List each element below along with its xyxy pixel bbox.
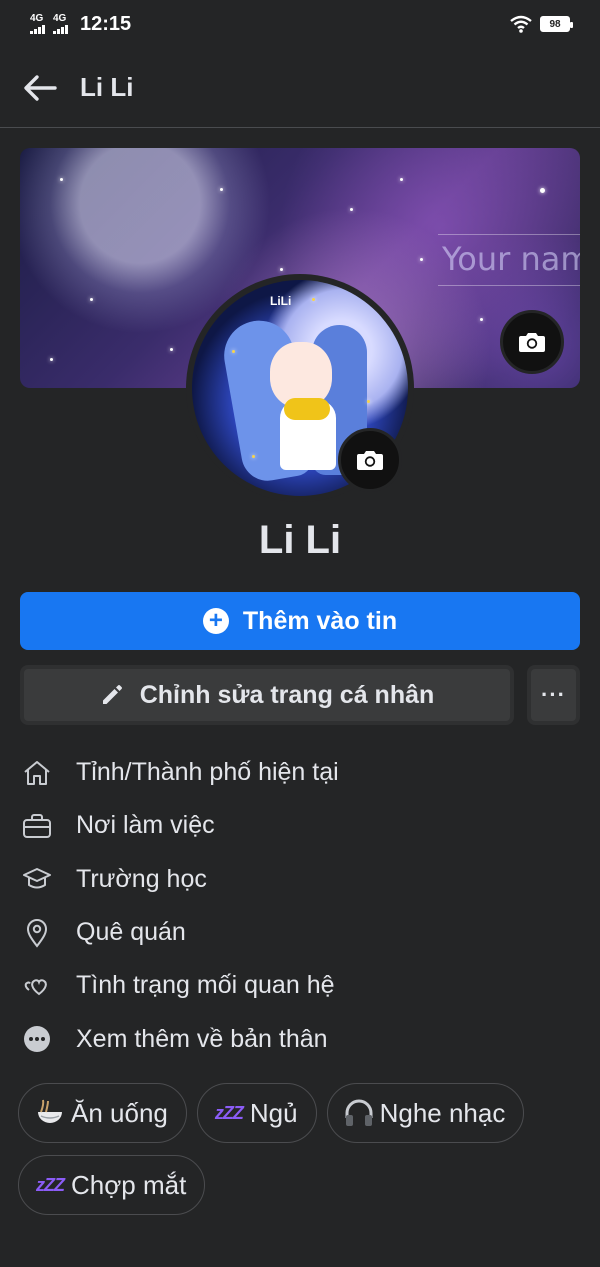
plus-circle-icon: + — [202, 608, 229, 634]
signal-indicator-2: 4G — [53, 14, 68, 34]
signal-label-1: 4G — [30, 13, 44, 24]
headphones-icon — [342, 1096, 376, 1130]
briefcase-icon — [20, 809, 54, 843]
detail-school[interactable]: Trường học — [20, 853, 580, 906]
hobby-label: Nghe nhạc — [379, 1097, 506, 1128]
location-pin-icon — [20, 916, 54, 950]
pencil-icon — [102, 685, 122, 704]
zzz-icon: zZZ — [36, 1174, 65, 1195]
status-bar: 4G 4G 12:15 98 — [0, 0, 600, 48]
camera-icon — [357, 451, 383, 470]
profile-name: Li Li — [258, 518, 342, 562]
add-to-story-button[interactable]: + Thêm vào tin — [20, 592, 580, 650]
detail-hometown[interactable]: Quê quán — [20, 906, 580, 959]
graduation-cap-icon — [20, 862, 54, 896]
more-circle-icon — [20, 1022, 54, 1056]
hobby-chip[interactable]: Ăn uống — [18, 1083, 187, 1143]
hobby-chip[interactable]: zZZ Ngủ — [196, 1083, 317, 1143]
detail-label: Xem thêm về bản thân — [76, 1024, 328, 1053]
edit-profile-button[interactable]: Chỉnh sửa trang cá nhân — [20, 665, 514, 725]
detail-current-city[interactable]: Tỉnh/Thành phố hiện tại — [20, 746, 580, 799]
page-title: Li Li — [80, 72, 134, 102]
hobby-chip[interactable]: zZZ Chợp mắt — [18, 1155, 206, 1215]
status-right: 98 — [510, 15, 573, 33]
edit-profile-label: Chỉnh sửa trang cá nhân — [139, 680, 435, 709]
cover-camera-button[interactable] — [500, 310, 564, 374]
signal-bars-icon — [30, 24, 45, 34]
detail-label: Nơi làm việc — [76, 811, 215, 840]
hobby-chip[interactable]: Nghe nhạc — [326, 1083, 525, 1143]
more-label: ··· — [541, 682, 566, 707]
hobby-label: Ăn uống — [71, 1097, 168, 1128]
detail-label: Quê quán — [76, 918, 186, 947]
zzz-icon: zZZ — [214, 1102, 244, 1123]
detail-label: Trường học — [76, 864, 207, 893]
avatar-camera-button[interactable] — [338, 428, 402, 492]
hearts-icon — [20, 969, 54, 1003]
add-to-story-label: Thêm vào tin — [242, 606, 398, 635]
hobby-label: Chợp mắt — [71, 1169, 187, 1200]
home-icon — [20, 756, 54, 790]
detail-relationship[interactable]: Tình trạng mối quan hệ — [20, 959, 580, 1012]
camera-icon — [519, 333, 545, 352]
detail-see-more[interactable]: Xem thêm về bản thân — [20, 1012, 580, 1065]
hobbies-list: Ăn uống zZZ Ngủ Nghe nhạc zZZ Chợp mắt — [18, 1083, 582, 1215]
detail-label: Tỉnh/Thành phố hiện tại — [76, 758, 339, 787]
signal-label-2: 4G — [53, 13, 67, 24]
signal-bars-icon — [53, 24, 68, 34]
detail-label: Tình trạng mối quan hệ — [76, 971, 335, 1000]
top-bar: Li Li — [0, 48, 600, 128]
profile-details-list: Tỉnh/Thành phố hiện tại Nơi làm việc Trư… — [20, 746, 580, 1066]
avatar-label: LiLi — [270, 294, 292, 308]
hobby-label: Ngủ — [249, 1097, 298, 1128]
back-button[interactable] — [0, 48, 80, 128]
avatar-art — [284, 398, 330, 420]
noodle-bowl-icon — [33, 1096, 67, 1130]
more-options-button[interactable]: ··· — [527, 665, 580, 725]
detail-workplace[interactable]: Nơi làm việc — [20, 799, 580, 852]
arrow-left-icon — [24, 74, 57, 101]
battery-indicator: 98 — [540, 16, 573, 32]
wifi-icon — [510, 15, 532, 33]
cover-overlay-text: Your nam — [442, 240, 580, 278]
clock: 12:15 — [80, 12, 132, 35]
signal-indicator-1: 4G — [30, 14, 45, 34]
